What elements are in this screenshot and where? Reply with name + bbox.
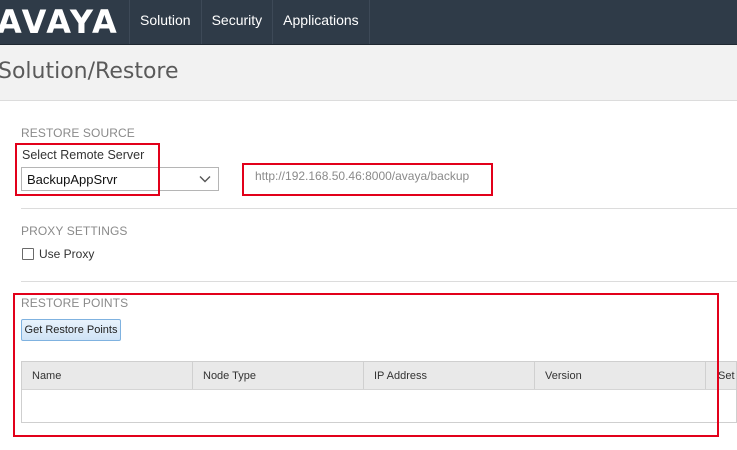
restore-source-heading: RESTORE SOURCE xyxy=(21,126,135,140)
remote-server-select[interactable]: BackupAppSrvr xyxy=(21,167,219,191)
column-header-node-type[interactable]: Node Type xyxy=(193,362,364,389)
column-header-ip-address[interactable]: IP Address xyxy=(364,362,535,389)
top-navigation-bar: AVAYA Solution Security Applications xyxy=(0,0,737,45)
avaya-logo[interactable]: AVAYA xyxy=(0,0,119,44)
get-restore-points-button[interactable]: Get Restore Points xyxy=(21,319,121,341)
proxy-settings-heading: PROXY SETTINGS xyxy=(21,224,128,238)
restore-points-heading: RESTORE POINTS xyxy=(21,296,129,310)
chevron-down-icon xyxy=(199,176,211,183)
remote-server-select-value: BackupAppSrvr xyxy=(27,172,118,187)
nav-item-applications[interactable]: Applications xyxy=(273,0,370,44)
use-proxy-label[interactable]: Use Proxy xyxy=(39,247,94,261)
nav-item-solution[interactable]: Solution xyxy=(130,0,202,44)
restore-points-table: Name Node Type IP Address Version Set xyxy=(21,361,737,423)
table-header: Name Node Type IP Address Version Set xyxy=(22,362,736,390)
section-divider xyxy=(21,208,737,209)
use-proxy-checkbox[interactable] xyxy=(22,248,34,260)
backup-server-url: http://192.168.50.46:8000/avaya/backup xyxy=(255,169,470,183)
column-header-version[interactable]: Version xyxy=(535,362,706,389)
page-title: Solution/Restore xyxy=(0,59,179,84)
nav-item-security[interactable]: Security xyxy=(202,0,274,44)
page-header: Solution/Restore xyxy=(0,45,737,101)
select-remote-server-label: Select Remote Server xyxy=(22,148,145,162)
main-nav: Solution Security Applications xyxy=(129,0,370,44)
column-header-set[interactable]: Set xyxy=(706,362,736,389)
column-header-name[interactable]: Name xyxy=(22,362,193,389)
section-divider xyxy=(21,281,737,282)
